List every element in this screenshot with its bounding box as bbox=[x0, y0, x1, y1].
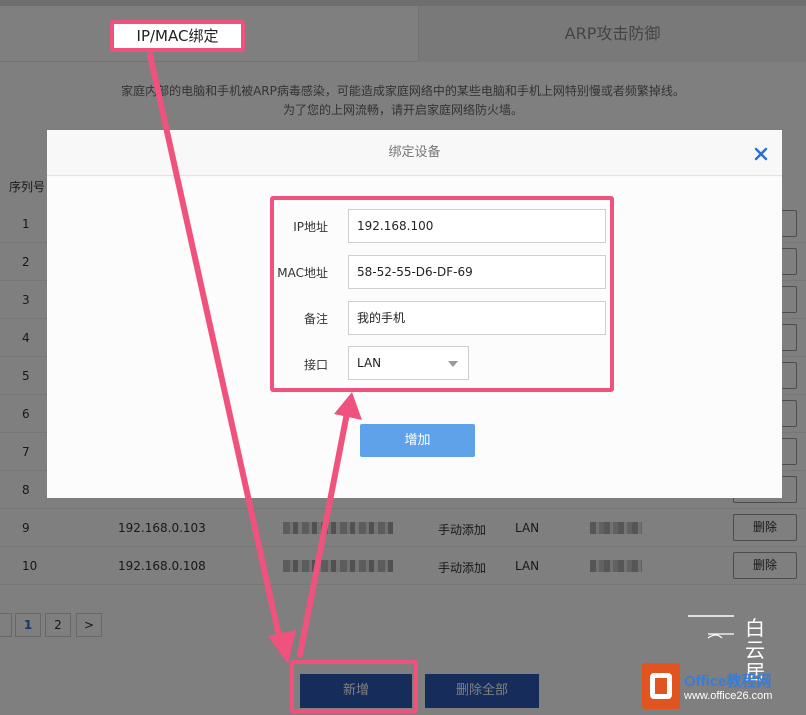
watermark-site: Office教程网 bbox=[684, 673, 772, 690]
annotation-arrowhead-add bbox=[268, 630, 296, 664]
highlight-add-button bbox=[290, 660, 418, 713]
watermark-url: www.office26.com bbox=[684, 690, 773, 702]
annotation-arrowhead-form bbox=[334, 392, 362, 420]
tab-ip-mac-label[interactable]: IP/MAC绑定 bbox=[110, 20, 245, 52]
annotation-arrow-tab-to-add bbox=[147, 52, 285, 653]
annotation-arrow-add-to-form bbox=[297, 405, 351, 658]
office-logo-icon bbox=[642, 663, 680, 709]
highlight-form bbox=[270, 196, 614, 392]
